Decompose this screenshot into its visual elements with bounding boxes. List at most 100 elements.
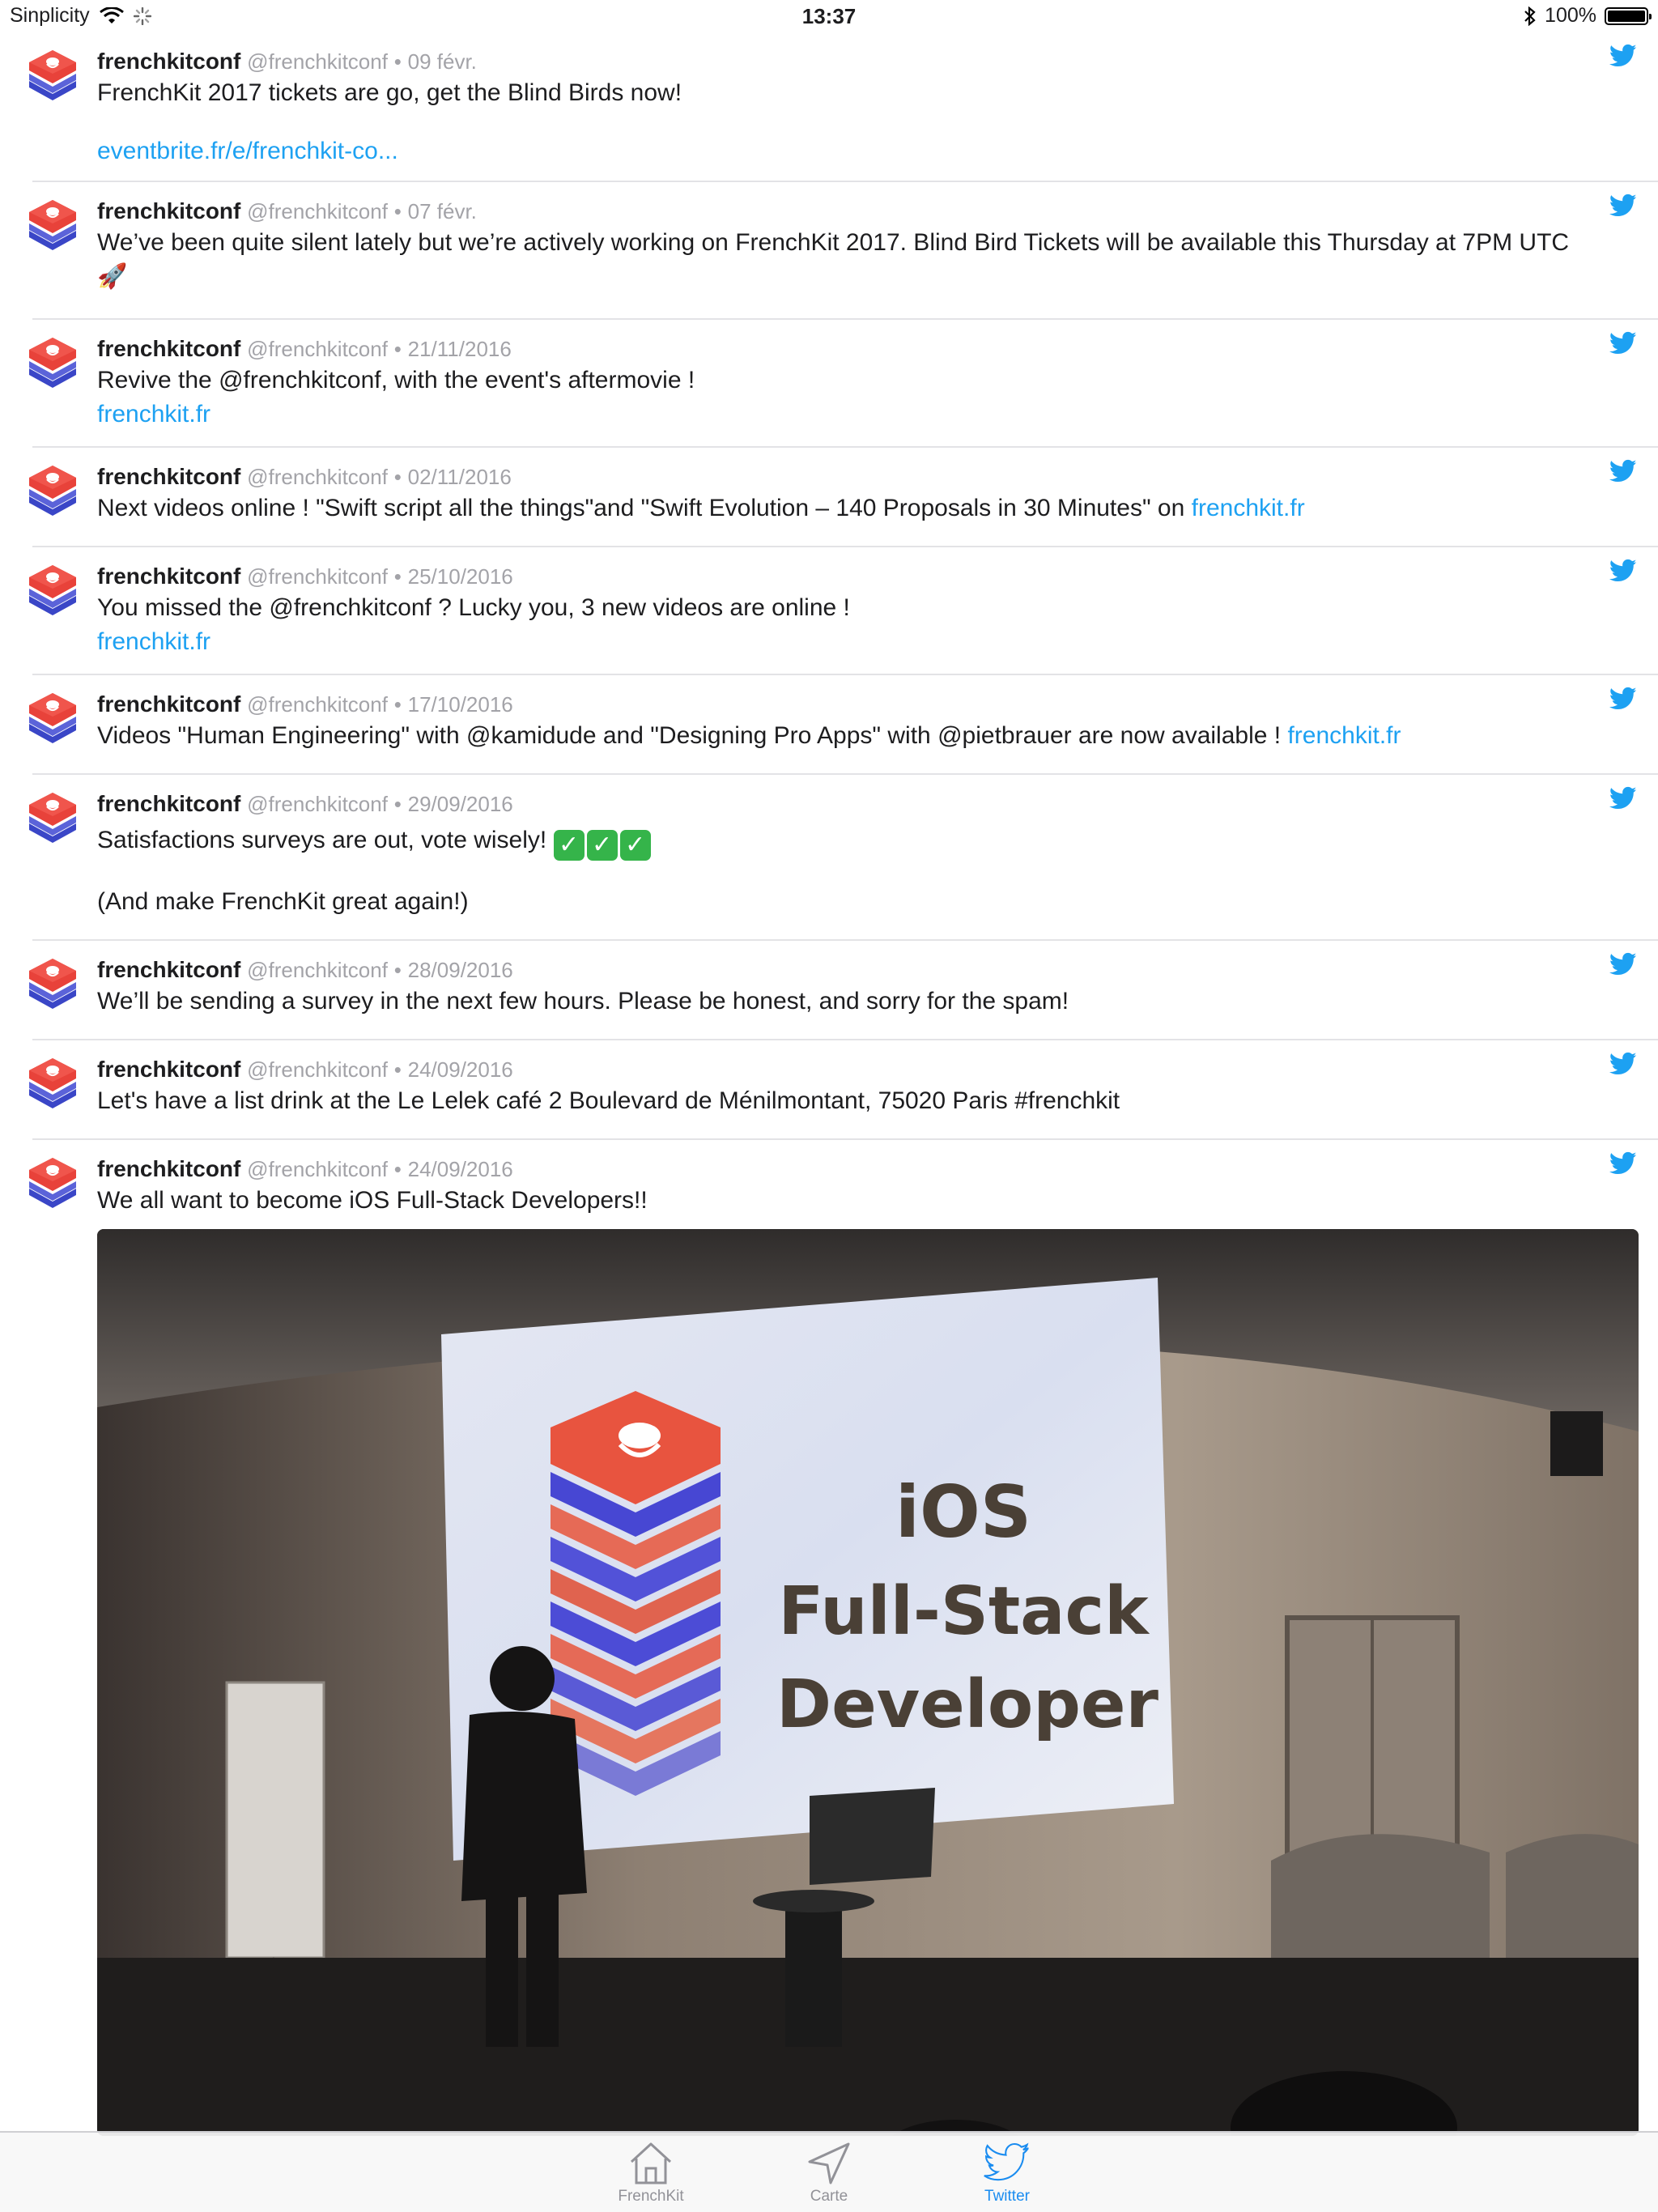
tweet-separator: • bbox=[393, 337, 402, 361]
tweet-author-handle[interactable]: @frenchkitconf bbox=[247, 337, 388, 361]
battery-icon bbox=[1605, 6, 1652, 25]
tweet[interactable]: frenchkitconf @frenchkitconf • 07 févr. … bbox=[0, 182, 1658, 320]
rocket-emoji: 🚀 bbox=[97, 263, 128, 290]
tweet-header: frenchkitconf @frenchkitconf • 25/10/201… bbox=[97, 562, 1593, 591]
tweet-separator: • bbox=[393, 49, 402, 74]
tweet-header: frenchkitconf @frenchkitconf • 17/10/201… bbox=[97, 690, 1593, 719]
conference-photo: iOS Full-Stack Developer bbox=[97, 1229, 1639, 2136]
tweet-text: FrenchKit 2017 tickets are go, get the B… bbox=[97, 79, 682, 106]
tweet-text-body: Satisfactions surveys are out, vote wise… bbox=[97, 827, 554, 853]
slide-title-line3: Developer bbox=[776, 1666, 1159, 1743]
tweet-text: We all want to become iOS Full-Stack Dev… bbox=[97, 1187, 648, 1214]
tweet-author-handle[interactable]: @frenchkitconf bbox=[247, 958, 388, 982]
battery-percent: 100% bbox=[1545, 4, 1596, 27]
tweet-separator: • bbox=[393, 958, 402, 982]
tweet-author-handle[interactable]: @frenchkitconf bbox=[247, 49, 388, 74]
tweet-link[interactable]: eventbrite.fr/e/frenchkit-co... bbox=[97, 134, 1593, 168]
tweet-link[interactable]: frenchkit.fr bbox=[1192, 495, 1305, 521]
bluetooth-icon bbox=[1524, 6, 1536, 26]
tweet-author-handle[interactable]: @frenchkitconf bbox=[247, 564, 388, 589]
tweet-author-name[interactable]: frenchkitconf bbox=[97, 49, 240, 74]
tab-twitter[interactable]: Twitter bbox=[954, 2133, 1060, 2212]
status-bar: Sinplicity 13:37 100% bbox=[0, 0, 1658, 32]
tweet-author-handle[interactable]: @frenchkitconf bbox=[247, 1057, 388, 1082]
tweet-date: 24/09/2016 bbox=[407, 1157, 513, 1181]
slide-title-line2: Full-Stack bbox=[778, 1573, 1150, 1650]
tweet-author-name[interactable]: frenchkitconf bbox=[97, 336, 240, 361]
tweet-text: Revive the @frenchkitconf, with the even… bbox=[97, 367, 695, 393]
tab-label: Carte bbox=[810, 2188, 848, 2205]
tweet-separator: • bbox=[393, 1157, 402, 1181]
tweet-date: 29/09/2016 bbox=[407, 792, 513, 816]
tweet-header: frenchkitconf @frenchkitconf • 07 févr. bbox=[97, 197, 1593, 226]
tweet-separator: • bbox=[393, 692, 402, 717]
check-emoji-icon: ✓ bbox=[553, 830, 585, 861]
tweet-author-handle[interactable]: @frenchkitconf bbox=[247, 1157, 388, 1181]
tweet-separator: • bbox=[393, 564, 402, 589]
tweet-text-body: Next videos online ! "Swift script all t… bbox=[97, 495, 1192, 521]
tweet-link[interactable]: frenchkit.fr bbox=[1287, 722, 1401, 749]
tweet-author-name[interactable]: frenchkitconf bbox=[97, 464, 240, 489]
tweet-text: Next videos online ! "Swift script all t… bbox=[97, 491, 1593, 525]
tab-frenchkit[interactable]: FrenchKit bbox=[598, 2133, 704, 2212]
tweet-link[interactable]: frenchkit.fr bbox=[97, 398, 1593, 432]
tweet-date: 09 févr. bbox=[407, 49, 477, 74]
tweet[interactable]: frenchkitconf @frenchkitconf • 09 févr. … bbox=[0, 32, 1658, 182]
tweet-author-handle[interactable]: @frenchkitconf bbox=[247, 792, 388, 816]
tweet[interactable]: frenchkitconf @frenchkitconf • 25/10/201… bbox=[0, 547, 1658, 675]
tweet-author-name[interactable]: frenchkitconf bbox=[97, 791, 240, 816]
tweet-header: frenchkitconf @frenchkitconf • 02/11/201… bbox=[97, 462, 1593, 491]
tab-bar: FrenchKit Carte Twitter bbox=[0, 2131, 1658, 2212]
tweet-text: Let's have a list drink at the Le Lelek … bbox=[97, 1087, 1120, 1114]
tweet-header: frenchkitconf @frenchkitconf • 29/09/201… bbox=[97, 789, 1593, 819]
tweet-text: Videos "Human Engineering" with @kamidud… bbox=[97, 719, 1593, 753]
tweet-text: Satisfactions surveys are out, vote wise… bbox=[97, 823, 1593, 861]
tweet-separator: • bbox=[393, 465, 402, 489]
tweet-text: You missed the @frenchkitconf ? Lucky yo… bbox=[97, 594, 850, 621]
location-arrow-icon bbox=[808, 2142, 850, 2184]
clock: 13:37 bbox=[801, 4, 857, 28]
tweet-text-second: (And make FrenchKit great again!) bbox=[97, 888, 469, 915]
tweet-author-handle[interactable]: @frenchkitconf bbox=[247, 692, 388, 717]
check-emoji-icon: ✓ bbox=[586, 830, 618, 861]
tweet-separator: • bbox=[393, 792, 402, 816]
tweet-text: We’ve been quite silent lately but we’re… bbox=[97, 229, 1570, 256]
tweet-header: frenchkitconf @frenchkitconf • 24/09/201… bbox=[97, 1155, 1593, 1184]
tweet-header: frenchkitconf @frenchkitconf • 28/09/201… bbox=[97, 955, 1593, 985]
tweet[interactable]: frenchkitconf @frenchkitconf • 02/11/201… bbox=[0, 448, 1658, 547]
tweet[interactable]: frenchkitconf @frenchkitconf • 17/10/201… bbox=[0, 675, 1658, 775]
tweet[interactable]: frenchkitconf @frenchkitconf • 29/09/201… bbox=[0, 775, 1658, 941]
tweet-date: 07 févr. bbox=[407, 199, 477, 223]
tweet-author-handle[interactable]: @frenchkitconf bbox=[247, 199, 388, 223]
tweet-date: 25/10/2016 bbox=[407, 564, 513, 589]
tweet-link[interactable]: frenchkit.fr bbox=[97, 625, 1593, 659]
home-icon bbox=[630, 2142, 672, 2184]
tweet-date: 17/10/2016 bbox=[407, 692, 513, 717]
slide-title-line1: iOS bbox=[895, 1470, 1031, 1554]
tweet[interactable]: frenchkitconf @frenchkitconf • 28/09/201… bbox=[0, 941, 1658, 1040]
tweet-date: 28/09/2016 bbox=[407, 958, 513, 982]
tweet-header: frenchkitconf @frenchkitconf • 24/09/201… bbox=[97, 1055, 1593, 1084]
tweet-author-name[interactable]: frenchkitconf bbox=[97, 957, 240, 982]
tweet-author-name[interactable]: frenchkitconf bbox=[97, 1057, 240, 1082]
tweet-separator: • bbox=[393, 1057, 402, 1082]
tweet-author-handle[interactable]: @frenchkitconf bbox=[247, 465, 388, 489]
tab-carte[interactable]: Carte bbox=[776, 2133, 882, 2212]
tweet-feed[interactable]: frenchkitconf @frenchkitconf • 09 févr. … bbox=[0, 32, 1658, 2150]
tweet-author-name[interactable]: frenchkitconf bbox=[97, 198, 240, 223]
tweet-author-name[interactable]: frenchkitconf bbox=[97, 1156, 240, 1181]
tweet-date: 21/11/2016 bbox=[407, 337, 512, 361]
check-emoji-icon: ✓ bbox=[619, 830, 651, 861]
tweet-author-name[interactable]: frenchkitconf bbox=[97, 564, 240, 589]
tweet-date: 02/11/2016 bbox=[407, 465, 512, 489]
tweet-text: We’ll be sending a survey in the next fe… bbox=[97, 988, 1069, 1015]
tab-label: FrenchKit bbox=[618, 2188, 684, 2205]
tweet[interactable]: frenchkitconf @frenchkitconf • 24/09/201… bbox=[0, 1140, 1658, 2150]
tweet-header: frenchkitconf @frenchkitconf • 09 févr. bbox=[97, 47, 1593, 76]
tweet-photo[interactable]: iOS Full-Stack Developer bbox=[97, 1229, 1639, 2136]
tweet-author-name[interactable]: frenchkitconf bbox=[97, 691, 240, 717]
tweet[interactable]: frenchkitconf @frenchkitconf • 21/11/201… bbox=[0, 320, 1658, 448]
tweet[interactable]: frenchkitconf @frenchkitconf • 24/09/201… bbox=[0, 1040, 1658, 1140]
tweet-text-body: Videos "Human Engineering" with @kamidud… bbox=[97, 722, 1288, 749]
tab-label: Twitter bbox=[984, 2188, 1030, 2205]
